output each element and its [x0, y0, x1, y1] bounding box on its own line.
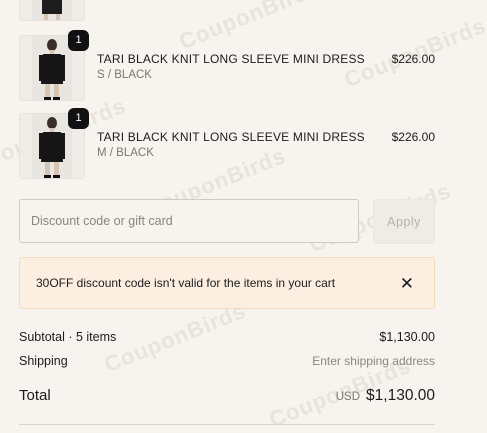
product-price: $226.00 [391, 130, 435, 144]
discount-error-message: 30OFF discount code isn't valid for the … [36, 276, 336, 290]
product-name: TARI BLACK KNIT LONG SLEEVE MINI DRESS [97, 52, 365, 66]
product-variant: M / BLACK [97, 147, 154, 159]
dress-image [32, 36, 72, 100]
quantity-badge: 1 [68, 108, 89, 129]
apply-discount-button[interactable]: Apply [373, 199, 435, 244]
dress-image [32, 114, 72, 178]
divider [19, 424, 435, 425]
cart-item: 1 TARI BLACK KNIT LONG SLEEVE MINI DRESS… [19, 108, 435, 179]
quantity-badge: 1 [68, 30, 89, 51]
subtotal-label: Subtotal · 5 items [19, 330, 117, 344]
cart-item: 1 TARI BLACK KNIT LONG SLEEVE MINI DRESS… [19, 30, 435, 101]
shipping-value: Enter shipping address [312, 354, 435, 368]
discount-code-input[interactable] [19, 199, 359, 243]
close-icon[interactable]: ✕ [400, 275, 414, 292]
watermark: CouponBirds [100, 297, 250, 378]
product-price: $226.00 [391, 52, 435, 66]
cart-item-variant: XS / BLACK [97, 0, 160, 2]
subtotal-value: $1,130.00 [379, 330, 435, 344]
total-label: Total [19, 387, 51, 404]
discount-error-alert: 30OFF discount code isn't valid for the … [19, 257, 435, 309]
shipping-label: Shipping [19, 354, 68, 368]
product-thumbnail [19, 0, 85, 21]
product-name: TARI BLACK KNIT LONG SLEEVE MINI DRESS [97, 130, 365, 144]
product-variant: S / BLACK [97, 69, 152, 81]
currency-code: USD [335, 391, 361, 403]
cart-item-partial [19, 0, 435, 21]
total-value: $1,130.00 [366, 387, 435, 404]
dress-image [32, 0, 72, 20]
